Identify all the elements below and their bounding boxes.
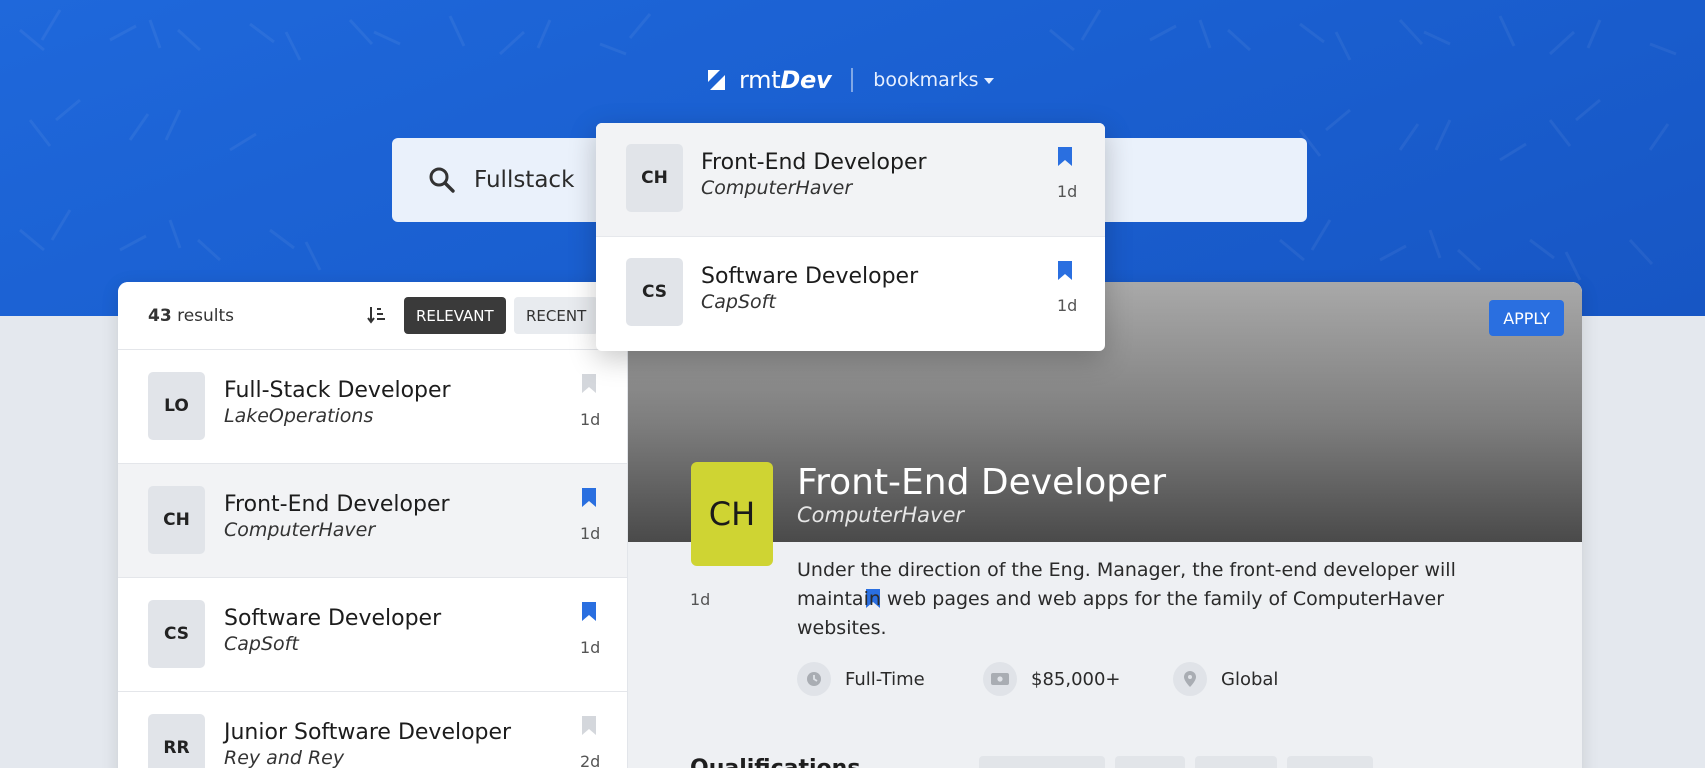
company-badge: CH bbox=[626, 144, 683, 212]
brand-bar: rmtDev bookmarks bbox=[703, 66, 995, 94]
job-list-item[interactable]: RR Junior Software Developer Rey and Rey… bbox=[118, 692, 627, 768]
location-text: Global bbox=[1221, 668, 1279, 690]
job-title: Front-End Developer bbox=[701, 150, 927, 175]
job-age: 1d bbox=[580, 410, 601, 429]
meta-duration: Full-Time bbox=[797, 662, 925, 696]
logo-icon bbox=[706, 70, 725, 90]
detail-company: ComputerHaver bbox=[797, 503, 965, 527]
job-list-item[interactable]: LO Full-Stack Developer LakeOperations 1… bbox=[118, 350, 627, 464]
job-company: CapSoft bbox=[224, 633, 299, 655]
job-list-item[interactable]: CS Software Developer CapSoft 1d bbox=[118, 578, 627, 692]
qualifications-heading: Qualifications bbox=[690, 756, 860, 768]
bookmark-icon[interactable] bbox=[1058, 261, 1072, 280]
bookmark-list-item[interactable]: CH Front-End Developer ComputerHaver 1d bbox=[596, 123, 1105, 237]
qualification-chip bbox=[1195, 756, 1277, 768]
qualification-chip bbox=[1115, 756, 1185, 768]
results-sidebar: 43 results RELEVANT RECENT LO Full-Stack… bbox=[118, 282, 628, 768]
salary-text: $85,000+ bbox=[1031, 668, 1121, 690]
company-badge: CS bbox=[148, 600, 205, 668]
job-company: LakeOperations bbox=[224, 405, 374, 427]
company-badge: CH bbox=[148, 486, 205, 554]
bookmark-icon[interactable] bbox=[582, 374, 596, 393]
brand-name[interactable]: rmtDev bbox=[739, 66, 832, 94]
job-company: Rey and Rey bbox=[224, 747, 345, 768]
bookmark-icon[interactable] bbox=[582, 716, 596, 735]
duration-text: Full-Time bbox=[845, 668, 925, 690]
search-icon bbox=[429, 167, 455, 193]
detail-description: Under the direction of the Eng. Manager,… bbox=[797, 559, 1456, 639]
bookmark-list-item[interactable]: CS Software Developer CapSoft 1d bbox=[596, 237, 1105, 351]
meta-location: Global bbox=[1173, 662, 1278, 696]
job-title: Front-End Developer bbox=[224, 492, 450, 517]
company-badge: RR bbox=[148, 714, 205, 768]
bookmark-icon[interactable] bbox=[1058, 147, 1072, 166]
meta-salary: $85,000+ bbox=[983, 662, 1121, 696]
bookmarks-button[interactable]: bookmarks bbox=[873, 69, 995, 91]
job-age: 1d bbox=[580, 638, 601, 657]
bookmarks-dropdown: CH Front-End Developer ComputerHaver 1d … bbox=[596, 123, 1105, 351]
location-pin-icon bbox=[1173, 662, 1207, 696]
clock-icon bbox=[797, 662, 831, 696]
detail-company-badge: CH bbox=[691, 462, 773, 566]
results-count: 43 results bbox=[148, 305, 235, 326]
apply-button[interactable]: APPLY bbox=[1489, 300, 1564, 336]
company-badge: CS bbox=[626, 258, 683, 326]
detail-age: 1d bbox=[690, 590, 711, 609]
sort-relevant-button[interactable]: RELEVANT bbox=[404, 297, 506, 334]
company-badge: LO bbox=[148, 372, 205, 440]
main-panel: 43 results RELEVANT RECENT LO Full-Stack… bbox=[118, 282, 1582, 768]
job-company: ComputerHaver bbox=[224, 519, 376, 541]
qualification-chip bbox=[979, 756, 1105, 768]
job-age: 1d bbox=[580, 524, 601, 543]
job-age: 1d bbox=[1057, 182, 1078, 201]
bookmark-icon[interactable] bbox=[582, 488, 596, 507]
qualification-chip bbox=[1287, 756, 1373, 768]
bookmarks-label: bookmarks bbox=[873, 69, 979, 91]
chevron-down-icon bbox=[984, 78, 995, 84]
results-header: 43 results RELEVANT RECENT bbox=[118, 282, 627, 350]
detail-title: Front-End Developer bbox=[797, 462, 1167, 503]
bookmark-icon[interactable] bbox=[582, 602, 596, 621]
job-company: ComputerHaver bbox=[701, 177, 853, 199]
sort-icon bbox=[367, 307, 385, 324]
job-title: Full-Stack Developer bbox=[224, 378, 451, 403]
job-age: 2d bbox=[580, 752, 601, 768]
job-company: CapSoft bbox=[701, 291, 776, 313]
job-age: 1d bbox=[1057, 296, 1078, 315]
job-detail: APPLY CH Front-End Developer ComputerHav… bbox=[628, 282, 1582, 768]
sort-recent-button[interactable]: RECENT bbox=[514, 297, 599, 334]
money-icon bbox=[983, 662, 1017, 696]
job-list-item[interactable]: CH Front-End Developer ComputerHaver 1d bbox=[118, 464, 627, 578]
brand-divider bbox=[851, 68, 854, 92]
job-title: Junior Software Developer bbox=[224, 720, 512, 745]
job-title: Software Developer bbox=[701, 264, 919, 289]
job-title: Software Developer bbox=[224, 606, 442, 631]
